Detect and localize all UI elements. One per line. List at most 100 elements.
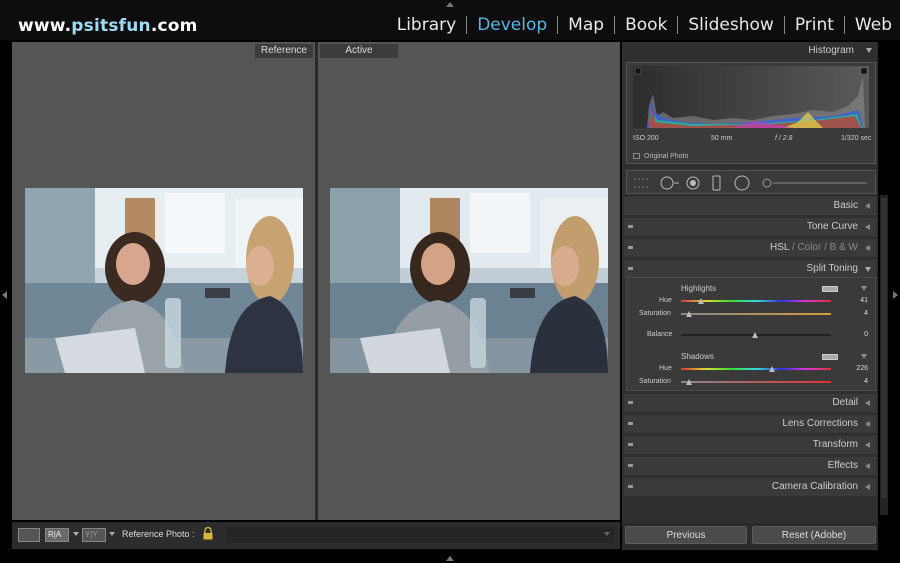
tool-strip [626, 170, 876, 194]
reference-pane[interactable]: Reference [12, 42, 315, 520]
histogram-panel: ISO 200 50 mm f / 2.8 1/320 sec Original… [626, 62, 876, 164]
active-pane[interactable]: Active [318, 42, 620, 520]
reference-photo-field[interactable] [226, 527, 614, 543]
highlights-heading: Highlights [681, 284, 717, 293]
shadows-picker-chevron-icon[interactable] [861, 354, 867, 359]
highlights-hue-value[interactable]: 41 [848, 297, 868, 304]
module-library[interactable]: Library [387, 15, 466, 35]
module-slideshow[interactable]: Slideshow [678, 15, 783, 35]
histogram-collapse-icon[interactable] [866, 48, 872, 53]
panel-switch-icon[interactable] [628, 422, 633, 425]
balance-thumb[interactable] [752, 332, 758, 338]
hsl-expand-icon [865, 245, 870, 251]
highlights-saturation-thumb[interactable] [686, 311, 692, 317]
camera-calibration-panel-header[interactable]: Camera Calibration [624, 478, 876, 496]
previous-button[interactable]: Previous [625, 526, 747, 544]
develop-right-panel: Histogram ISO 200 50 mm f / 2.8 1/320 se… [622, 42, 878, 550]
panel-switch-icon[interactable] [628, 225, 633, 228]
shadows-hue-slider[interactable] [681, 368, 831, 370]
bottom-button-bar: Previous Reset (Adobe) [622, 523, 878, 549]
shutter-readout: 1/320 sec [841, 135, 872, 142]
detail-panel-header[interactable]: Detail [624, 394, 876, 412]
split-toning-panel-header[interactable]: Split Toning [624, 260, 876, 278]
histogram-graph[interactable] [633, 66, 869, 128]
highlights-saturation-slider[interactable] [681, 313, 831, 315]
basic-expand-icon [865, 203, 870, 209]
focal-length-readout: 50 mm [711, 135, 733, 142]
module-develop[interactable]: Develop [467, 15, 557, 35]
balance-label: Balance [647, 331, 673, 338]
transform-expand-icon [865, 442, 870, 448]
hsl-tab[interactable]: HSL [770, 242, 789, 253]
shadows-hue-label: Hue [659, 365, 672, 372]
lens-corrections-panel-header[interactable]: Lens Corrections [624, 415, 876, 433]
highlights-saturation-label: Saturation [639, 310, 671, 317]
shadows-hue-thumb[interactable] [769, 366, 775, 372]
collapse-top-panel-icon[interactable] [446, 2, 454, 7]
module-print[interactable]: Print [785, 15, 844, 35]
module-map[interactable]: Map [558, 15, 614, 35]
detail-expand-icon [865, 400, 870, 406]
identity-plate: www.psitsfun.com [18, 16, 198, 36]
color-tab[interactable]: Color [797, 242, 821, 253]
active-photo [330, 188, 608, 373]
split-toning-collapse-icon [865, 267, 871, 272]
tone-curve-expand-icon [865, 224, 870, 230]
reference-view-mode-button[interactable]: R|A [45, 528, 69, 542]
highlights-saturation-value[interactable]: 4 [848, 310, 868, 317]
panel-switch-icon[interactable] [628, 485, 633, 488]
reference-photo-label: Reference Photo : [122, 529, 195, 539]
expand-filmstrip-icon[interactable] [446, 556, 454, 561]
toolbar-options-chevron-icon[interactable] [604, 532, 610, 536]
highlights-hue-thumb[interactable] [698, 298, 704, 304]
hsl-panel-header[interactable]: HSL / Color / B & W [624, 239, 876, 257]
effects-panel-header[interactable]: Effects [624, 457, 876, 475]
highlights-hue-label: Hue [659, 297, 672, 304]
loupe-view-button[interactable] [18, 528, 40, 542]
camera-calibration-expand-icon [865, 484, 870, 490]
effects-expand-icon [865, 463, 870, 469]
chevron-down-icon[interactable] [73, 532, 79, 536]
highlights-picker-chevron-icon[interactable] [861, 286, 867, 291]
balance-value[interactable]: 0 [848, 331, 868, 338]
compare-toolbar: R|A Y|Y Reference Photo : [12, 522, 620, 549]
right-panel-scroll-thumb[interactable] [881, 198, 887, 498]
bw-tab[interactable]: B & W [830, 242, 858, 253]
lock-icon[interactable] [203, 527, 213, 540]
basic-panel-header[interactable]: Basic [624, 197, 876, 215]
reference-view: Reference Active [12, 42, 620, 520]
panel-switch-icon[interactable] [628, 401, 633, 404]
highlights-color-swatch[interactable] [822, 286, 838, 292]
shadows-saturation-thumb[interactable] [686, 379, 692, 385]
shadows-hue-value[interactable]: 226 [848, 365, 868, 372]
module-picker: Library Develop Map Book Slideshow Print… [387, 15, 892, 35]
original-photo-checkbox[interactable] [633, 153, 640, 159]
shadows-saturation-label: Saturation [639, 378, 671, 385]
iso-readout: ISO 200 [633, 135, 659, 142]
tone-curve-panel-header[interactable]: Tone Curve [624, 218, 876, 236]
shadows-saturation-slider[interactable] [681, 381, 831, 383]
reset-button[interactable]: Reset (Adobe) [752, 526, 876, 544]
chevron-down-icon[interactable] [109, 532, 115, 536]
before-after-view-button[interactable]: Y|Y [82, 528, 106, 542]
reference-label: Reference [254, 44, 313, 58]
panel-switch-icon[interactable] [628, 443, 633, 446]
reference-photo [25, 188, 303, 373]
shadows-color-swatch[interactable] [822, 354, 838, 360]
split-toning-panel: Highlights Hue 41 Saturation 4 Balance 0… [626, 277, 876, 391]
original-photo-toggle[interactable]: Original Photo [633, 153, 688, 160]
module-book[interactable]: Book [615, 15, 677, 35]
shadows-heading: Shadows [681, 352, 714, 361]
lens-corrections-expand-icon [865, 421, 870, 427]
transform-panel-header[interactable]: Transform [624, 436, 876, 454]
active-label: Active [320, 44, 398, 58]
panel-switch-icon[interactable] [628, 464, 633, 467]
histogram-header[interactable]: Histogram [622, 42, 878, 60]
module-web[interactable]: Web [845, 15, 892, 35]
shadows-saturation-value[interactable]: 4 [848, 378, 868, 385]
aperture-readout: f / 2.8 [775, 135, 793, 142]
expand-left-panel-icon[interactable] [2, 291, 7, 299]
collapse-right-panel-icon[interactable] [893, 291, 898, 299]
panel-switch-icon[interactable] [628, 246, 633, 249]
panel-switch-icon[interactable] [628, 267, 633, 270]
